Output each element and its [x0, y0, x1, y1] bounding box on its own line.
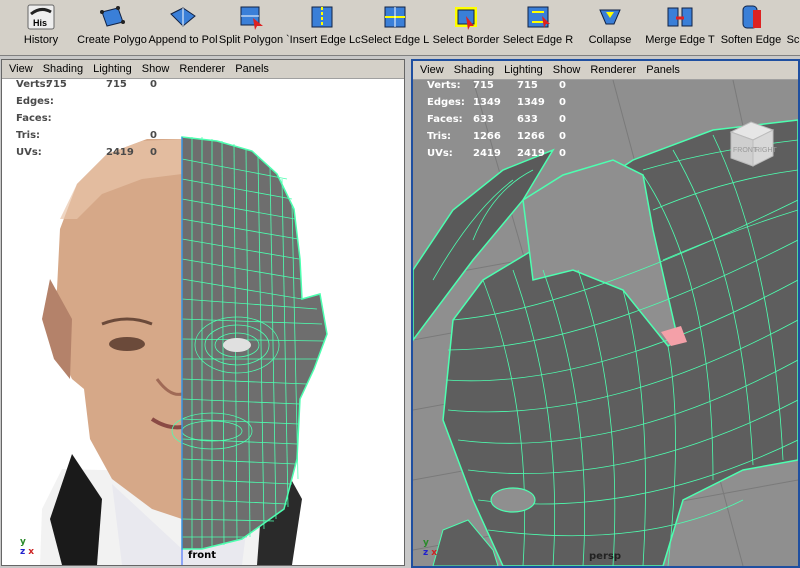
history-button[interactable]: His History	[20, 4, 62, 54]
menu-lighting[interactable]: Lighting	[504, 64, 543, 76]
left-eye	[109, 337, 145, 351]
persp-viewport[interactable]: FRONT RIGHT Verts: 715 715 0 Edges: 1349 1349…	[413, 80, 798, 566]
soften-edge-label: Soften Edge	[720, 34, 782, 46]
select-edge-ring-button[interactable]: Select Edge R	[502, 4, 574, 54]
menu-show[interactable]: Show	[142, 63, 170, 75]
persp-viewport-panel[interactable]: View Shading Lighting Show Renderer Pane…	[411, 59, 800, 568]
front-viewport-panel[interactable]: View Shading Lighting Show Renderer Pane…	[1, 59, 405, 566]
mesh-face-right	[181, 136, 328, 550]
persp-axis-indicator: y zx	[423, 538, 438, 558]
collapse-label: Collapse	[588, 34, 632, 46]
append-polygon-icon	[170, 7, 196, 27]
insert-edge-loop-button[interactable]: `Insert Edge Lc	[286, 4, 361, 54]
soften-edge-button[interactable]: Soften Edge	[718, 4, 784, 54]
collapse-icon	[599, 9, 621, 25]
split-polygon-label: Split Polygon	[218, 34, 284, 46]
menu-renderer[interactable]: Renderer	[590, 64, 636, 76]
split-polygon-icon	[240, 6, 263, 30]
overflow-shelf-button[interactable]: Sc	[786, 4, 800, 54]
menu-view[interactable]: View	[420, 64, 444, 76]
front-view-scene	[40, 136, 328, 565]
insert-edge-loop-icon	[311, 6, 333, 28]
front-panel-menubar: View Shading Lighting Show Renderer Pane…	[2, 60, 404, 79]
history-icon: His	[27, 4, 55, 30]
menu-shading[interactable]: Shading	[43, 63, 83, 75]
create-polygon-label: Create Polygo	[77, 34, 147, 46]
front-viewport[interactable]: Verts: 715 715 0 Edges: Faces: Tris: 0 UVs: 2…	[2, 79, 404, 565]
menu-panels[interactable]: Panels	[646, 64, 680, 76]
persp-view-scene: FRONT RIGHT	[413, 80, 798, 566]
viewcube-right-label: RIGHT	[755, 147, 778, 154]
merge-edge-label: Merge Edge T	[645, 34, 715, 46]
merge-edge-icon	[667, 7, 693, 27]
collapse-button[interactable]: Collapse	[582, 4, 638, 54]
select-edge-ring-label: Select Edge R	[502, 34, 574, 46]
front-camera-label: front	[188, 550, 217, 561]
insert-edge-loop-label: `Insert Edge Lc	[286, 34, 361, 46]
create-polygon-button[interactable]: Create Polygo	[74, 4, 150, 54]
ear-hole	[490, 487, 536, 513]
svg-text:His: His	[33, 18, 47, 28]
append-to-polygon-button[interactable]: Append to Pol	[148, 4, 218, 54]
split-polygon-button[interactable]: Split Polygon	[216, 4, 286, 54]
menu-renderer[interactable]: Renderer	[179, 63, 225, 75]
select-border-label: Select Border	[432, 34, 500, 46]
merge-edge-button[interactable]: Merge Edge T	[644, 4, 716, 54]
persp-panel-menubar: View Shading Lighting Show Renderer Pane…	[413, 61, 798, 80]
overflow-icon	[786, 4, 800, 30]
select-edge-loop-label: Select Edge L	[360, 34, 430, 46]
front-axis-indicator: y zx	[20, 537, 35, 557]
menu-lighting[interactable]: Lighting	[93, 63, 132, 75]
select-edge-ring-icon	[527, 6, 550, 28]
overflow-label: Sc	[786, 34, 800, 46]
select-edge-loop-icon	[384, 6, 406, 28]
menu-show[interactable]: Show	[553, 64, 581, 76]
persp-camera-label: persp	[589, 551, 621, 562]
history-label: History	[23, 34, 59, 46]
select-border-icon	[455, 7, 477, 30]
create-polygon-icon	[100, 6, 125, 27]
menu-panels[interactable]: Panels	[235, 63, 269, 75]
menu-shading[interactable]: Shading	[454, 64, 494, 76]
select-border-button[interactable]: Select Border	[430, 4, 502, 54]
soften-edge-icon	[742, 5, 761, 29]
menu-view[interactable]: View	[9, 63, 33, 75]
append-polygon-label: Append to Pol	[148, 34, 218, 46]
mesh-eye-highlight	[223, 338, 251, 352]
shelf-toolbar: His History Create Polygo Append to Pol …	[0, 0, 800, 56]
select-edge-loop-button[interactable]: Select Edge L	[360, 4, 430, 54]
